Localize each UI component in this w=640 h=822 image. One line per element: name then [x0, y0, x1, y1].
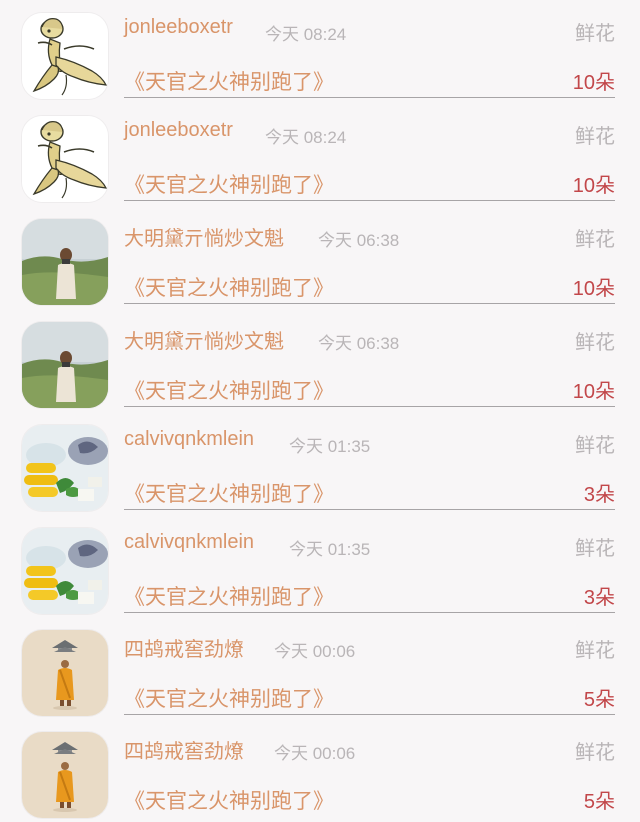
row-divider [124, 97, 615, 98]
user-avatar[interactable] [22, 219, 108, 305]
gift-record-row[interactable]: calvivqnkmlein 今天 01:35 鲜花 《天官之火神别跑了》 3朵 [0, 515, 640, 617]
gift-time: 今天 06:38 [318, 231, 400, 250]
username[interactable]: 大明黛亓惝炒文魁 [124, 222, 284, 251]
row-divider [124, 406, 615, 407]
username[interactable]: calvivqnkmlein [124, 428, 254, 451]
gift-record-row[interactable]: jonleeboxetr 今天 08:24 鲜花 《天官之火神别跑了》 10朵 [0, 103, 640, 205]
book-title-link[interactable]: 《天官之火神别跑了》 [124, 169, 334, 199]
gift-time: 今天 01:35 [289, 540, 371, 559]
username[interactable]: 四鸪戒窖劲燎 [124, 735, 244, 764]
gift-time: 今天 08:24 [265, 25, 347, 44]
gift-time: 今天 06:38 [318, 334, 400, 353]
book-title-link[interactable]: 《天官之火神别跑了》 [124, 581, 334, 611]
row-divider [124, 612, 615, 613]
username[interactable]: jonleeboxetr [124, 16, 233, 39]
gift-type-label: 鲜花 [575, 126, 615, 148]
book-title-link[interactable]: 《天官之火神别跑了》 [124, 785, 334, 815]
gift-record-row[interactable]: 四鸪戒窖劲燎 今天 00:06 鲜花 《天官之火神别跑了》 5朵 [0, 719, 640, 821]
user-avatar[interactable] [22, 630, 108, 716]
user-avatar[interactable] [22, 528, 108, 614]
gift-type-label: 鲜花 [575, 23, 615, 45]
flower-count: 5朵 [583, 689, 615, 711]
gift-time: 今天 00:06 [274, 642, 356, 661]
flower-count: 10朵 [572, 175, 615, 197]
gift-record-row[interactable]: jonleeboxetr 今天 08:24 鲜花 《天官之火神别跑了》 10朵 [0, 0, 640, 102]
username[interactable]: calvivqnkmlein [124, 531, 254, 554]
row-divider [124, 303, 615, 304]
row-divider [124, 200, 615, 201]
book-title-link[interactable]: 《天官之火神别跑了》 [124, 375, 334, 405]
flower-count: 10朵 [572, 72, 615, 94]
gift-type-label: 鲜花 [575, 538, 615, 560]
row-divider [124, 714, 615, 715]
flower-count: 3朵 [583, 484, 615, 506]
gift-type-label: 鲜花 [575, 742, 615, 764]
user-avatar[interactable] [22, 322, 108, 408]
flower-count: 10朵 [572, 278, 615, 300]
gift-type-label: 鲜花 [575, 640, 615, 662]
row-divider [124, 509, 615, 510]
gift-record-row[interactable]: 大明黛亓惝炒文魁 今天 06:38 鲜花 《天官之火神别跑了》 10朵 [0, 309, 640, 411]
gift-time: 今天 01:35 [289, 437, 371, 456]
user-avatar[interactable] [22, 116, 108, 202]
gift-type-label: 鲜花 [575, 435, 615, 457]
username[interactable]: 大明黛亓惝炒文魁 [124, 325, 284, 354]
gift-time: 今天 08:24 [265, 128, 347, 147]
gift-time: 今天 00:06 [274, 744, 356, 763]
flower-count: 3朵 [583, 587, 615, 609]
book-title-link[interactable]: 《天官之火神别跑了》 [124, 478, 334, 508]
book-title-link[interactable]: 《天官之火神别跑了》 [124, 683, 334, 713]
flower-count: 5朵 [583, 791, 615, 813]
gift-record-row[interactable]: calvivqnkmlein 今天 01:35 鲜花 《天官之火神别跑了》 3朵 [0, 412, 640, 514]
gift-record-row[interactable]: 四鸪戒窖劲燎 今天 00:06 鲜花 《天官之火神别跑了》 5朵 [0, 617, 640, 719]
gift-record-row[interactable]: 大明黛亓惝炒文魁 今天 06:38 鲜花 《天官之火神别跑了》 10朵 [0, 206, 640, 308]
username[interactable]: jonleeboxetr [124, 119, 233, 142]
flower-count: 10朵 [572, 381, 615, 403]
gift-type-label: 鲜花 [575, 229, 615, 251]
gift-type-label: 鲜花 [575, 332, 615, 354]
user-avatar[interactable] [22, 425, 108, 511]
user-avatar[interactable] [22, 13, 108, 99]
username[interactable]: 四鸪戒窖劲燎 [124, 633, 244, 662]
user-avatar[interactable] [22, 732, 108, 818]
book-title-link[interactable]: 《天官之火神别跑了》 [124, 66, 334, 96]
book-title-link[interactable]: 《天官之火神别跑了》 [124, 272, 334, 302]
flower-gift-list: jonleeboxetr 今天 08:24 鲜花 《天官之火神别跑了》 10朵 … [0, 0, 640, 822]
